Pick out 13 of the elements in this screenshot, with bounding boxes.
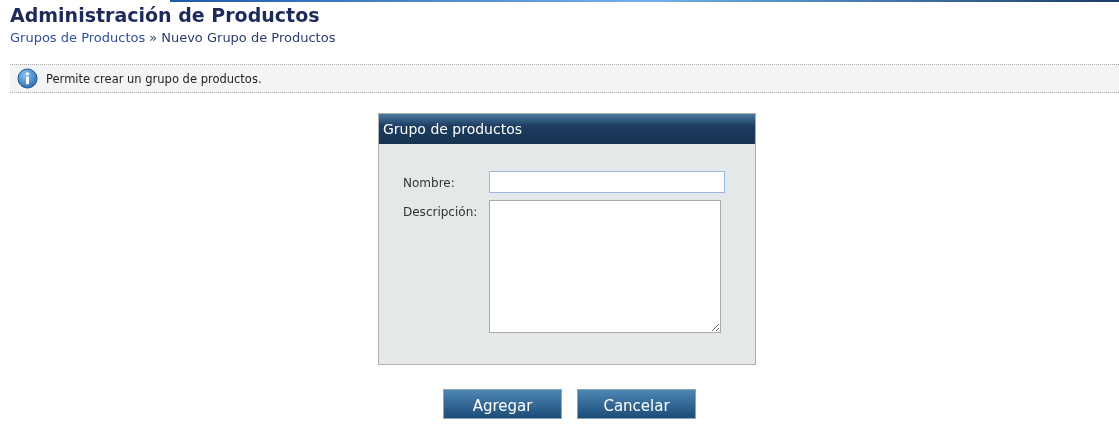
- info-icon: [17, 68, 38, 89]
- breadcrumb-link[interactable]: Grupos de Productos: [10, 29, 146, 47]
- field-label: Nombre:: [403, 175, 456, 190]
- breadcrumb-separator: »: [149, 29, 158, 47]
- add-button[interactable]: Agregar: [443, 389, 562, 419]
- breadcrumb-current: Nuevo Grupo de Productos: [161, 29, 336, 47]
- panel-header: Grupo de productos: [379, 114, 755, 144]
- description-field[interactable]: [489, 200, 721, 333]
- name-field[interactable]: [489, 171, 725, 193]
- field-label: Descripción:: [403, 204, 479, 219]
- info-message: Permite crear un grupo de productos.: [46, 71, 262, 86]
- page-title: Administración de Productos: [10, 4, 321, 26]
- cancel-button[interactable]: Cancelar: [577, 389, 696, 419]
